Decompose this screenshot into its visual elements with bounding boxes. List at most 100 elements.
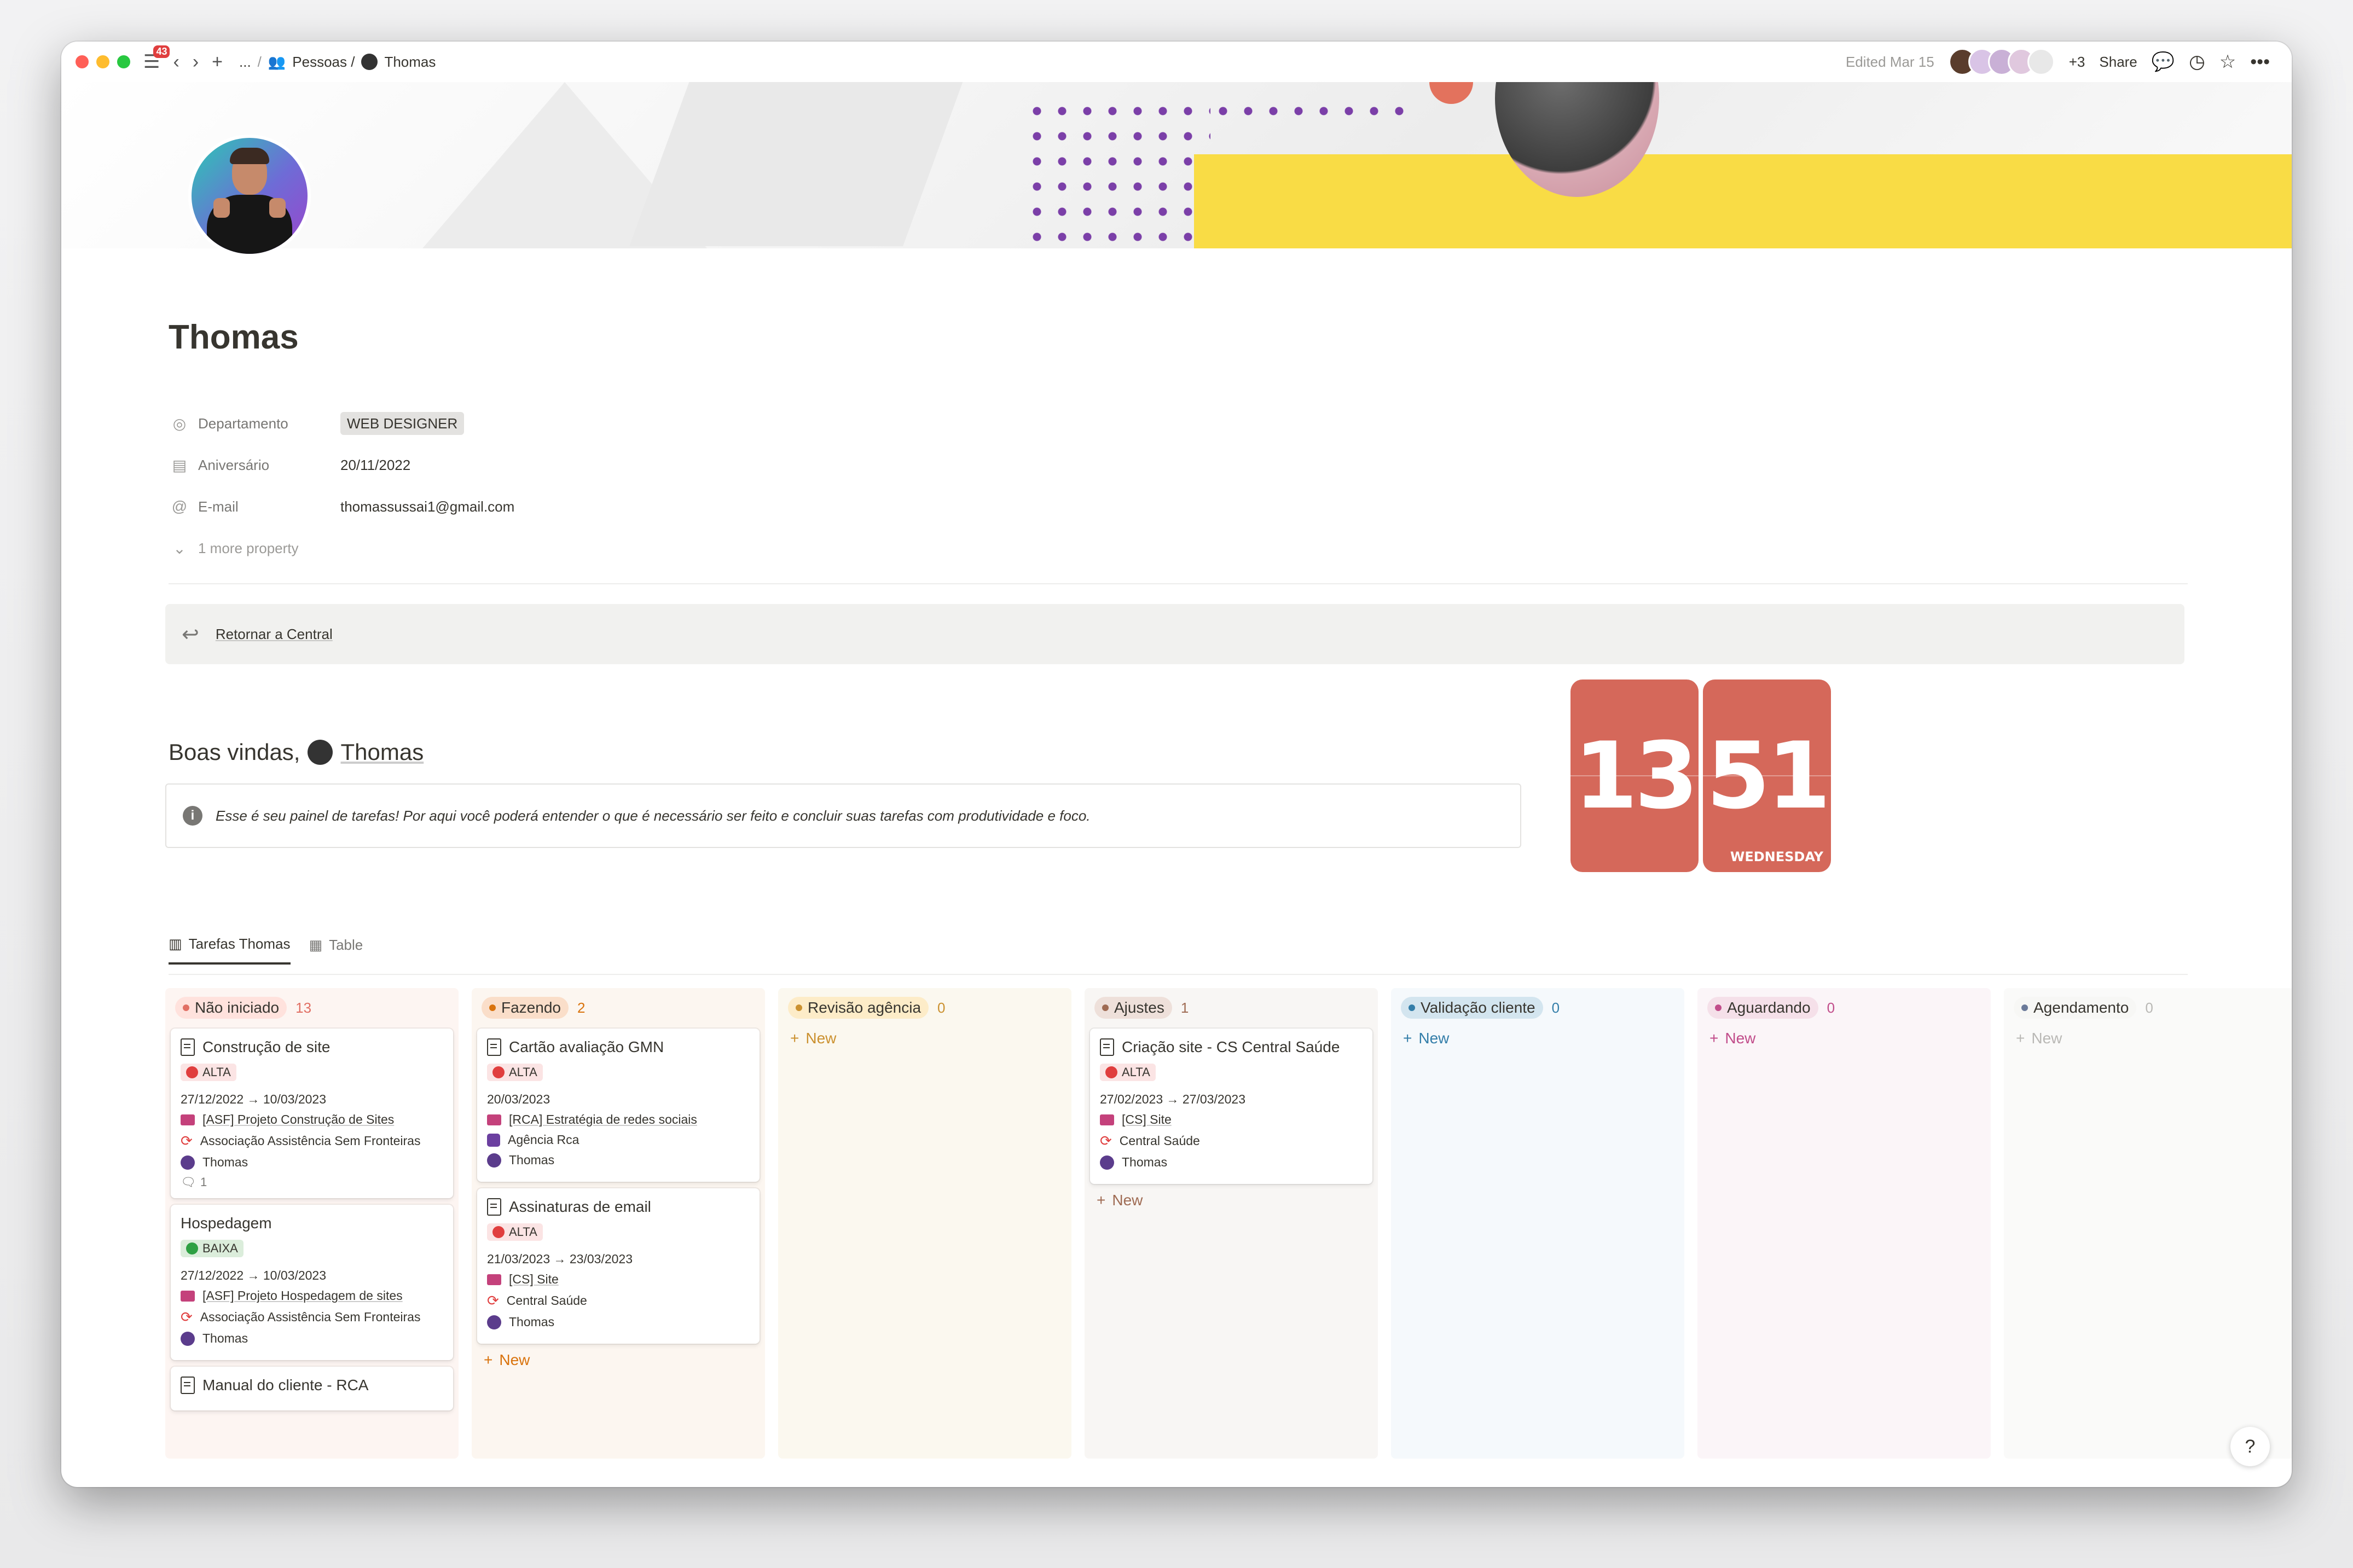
property-aniversario[interactable]: ▤ Aniversário 20/11/2022 bbox=[171, 444, 2195, 486]
more-options-icon[interactable]: ••• bbox=[2250, 51, 2270, 73]
tab-table[interactable]: ▦ Table bbox=[309, 936, 363, 965]
column-header[interactable]: Revisão agência 0 bbox=[784, 994, 1066, 1022]
chevron-down-icon: ⌄ bbox=[173, 539, 186, 557]
card-client[interactable]: ⟳ Central Saúde bbox=[487, 1292, 750, 1309]
card-project[interactable]: [ASF] Projeto Construção de Sites bbox=[181, 1112, 443, 1127]
card-project[interactable]: [CS] Site bbox=[487, 1272, 750, 1287]
sync-icon: ⟳ bbox=[181, 1133, 193, 1149]
card-client[interactable]: Agência Rca bbox=[487, 1133, 750, 1147]
forward-arrow-icon[interactable]: › bbox=[193, 51, 199, 73]
property-email[interactable]: @ E-mail thomassussai1@gmail.com bbox=[171, 486, 2195, 527]
task-card[interactable]: Construção de site ALTA 27/12/2022 → 10/03… bbox=[171, 1029, 453, 1198]
column-count: 2 bbox=[577, 999, 586, 1016]
at-sign-icon: @ bbox=[171, 498, 188, 515]
minimize-window-button[interactable] bbox=[96, 55, 109, 68]
welcome-name[interactable]: Thomas bbox=[340, 739, 424, 765]
comment-icon[interactable]: 💬 bbox=[2152, 51, 2175, 73]
board-column: Fazendo 2 Cartão avaliação GMN ALTA 20/03/… bbox=[472, 988, 765, 1459]
new-card-button[interactable]: + New bbox=[1396, 1030, 1679, 1047]
card-client[interactable]: ⟳ Associação Assistência Sem Fronteiras bbox=[181, 1309, 443, 1326]
board-column: Agendamento 0 + New bbox=[2004, 988, 2292, 1459]
status-pill[interactable]: Aguardando bbox=[1707, 997, 1818, 1019]
client-name: Agência Rca bbox=[508, 1133, 579, 1147]
card-comments[interactable]: 🗨 1 bbox=[181, 1175, 443, 1189]
star-icon[interactable]: ☆ bbox=[2219, 51, 2236, 73]
avatar-thumb-shape bbox=[269, 198, 286, 218]
more-collaborators-count[interactable]: +3 bbox=[2069, 54, 2085, 71]
card-title: Criação site - CS Central Saúde bbox=[1122, 1038, 1340, 1055]
new-card-button[interactable]: + New bbox=[2009, 1030, 2292, 1047]
help-button[interactable]: ? bbox=[2230, 1427, 2270, 1466]
card-project[interactable]: [RCA] Estratégia de redes sociais bbox=[487, 1112, 750, 1127]
task-card[interactable]: Cartão avaliação GMN ALTA 20/03/2023 [RCA] … bbox=[477, 1029, 760, 1182]
task-card[interactable]: Manual do cliente - RCA bbox=[171, 1367, 453, 1410]
column-count: 0 bbox=[1551, 999, 1560, 1016]
card-owner[interactable]: Thomas bbox=[181, 1331, 443, 1346]
card-client[interactable]: ⟳ Associação Assistência Sem Fronteiras bbox=[181, 1133, 443, 1149]
sidebar-toggle-icon[interactable]: ☰ 43 bbox=[143, 45, 170, 73]
new-card-button[interactable]: + New bbox=[1090, 1192, 1372, 1209]
new-page-plus-icon[interactable]: + bbox=[212, 51, 223, 73]
share-button[interactable]: Share bbox=[2099, 54, 2137, 71]
card-client[interactable]: ⟳ Central Saúde bbox=[1100, 1133, 1363, 1149]
status-pill[interactable]: Revisão agência bbox=[788, 997, 929, 1019]
return-callout[interactable]: ↩ Retornar a Central bbox=[165, 604, 2184, 664]
user-avatar-icon bbox=[1100, 1155, 1114, 1170]
status-pill[interactable]: Validação cliente bbox=[1401, 997, 1543, 1019]
property-departamento[interactable]: ◎ Departamento WEB DESIGNER bbox=[171, 403, 2195, 444]
card-owner[interactable]: Thomas bbox=[487, 1153, 750, 1168]
column-header[interactable]: Aguardando 0 bbox=[1703, 994, 1985, 1022]
new-label: New bbox=[499, 1351, 530, 1368]
folder-icon bbox=[181, 1290, 195, 1302]
column-header[interactable]: Fazendo 2 bbox=[477, 994, 760, 1022]
new-card-button[interactable]: + New bbox=[1703, 1030, 1985, 1047]
new-card-button[interactable]: + New bbox=[784, 1030, 1066, 1047]
task-card[interactable]: Hospedagem BAIXA 27/12/2022 → 10/03/2023 [A… bbox=[171, 1205, 453, 1360]
breadcrumb-thomas[interactable]: Thomas bbox=[384, 54, 436, 71]
column-header[interactable]: Validação cliente 0 bbox=[1396, 994, 1679, 1022]
tab-label: Table bbox=[329, 937, 363, 953]
page-title[interactable]: Thomas bbox=[169, 318, 299, 357]
back-arrow-icon[interactable]: ‹ bbox=[173, 51, 179, 73]
clock-day: WEDNESDAY bbox=[1730, 849, 1823, 864]
card-project[interactable]: [CS] Site bbox=[1100, 1112, 1363, 1127]
column-header[interactable]: Ajustes 1 bbox=[1090, 994, 1372, 1022]
department-tag[interactable]: WEB DESIGNER bbox=[340, 411, 465, 435]
status-pill[interactable]: Agendamento bbox=[2014, 997, 2137, 1019]
agency-logo-icon bbox=[487, 1133, 500, 1147]
collaborator-avatars[interactable] bbox=[1948, 48, 2055, 76]
task-card[interactable]: Assinaturas de email ALTA 21/03/2023 → 23/… bbox=[477, 1188, 760, 1344]
welcome-heading: Boas vindas, Thomas bbox=[169, 739, 424, 765]
maximize-window-button[interactable] bbox=[117, 55, 130, 68]
page-icon-avatar[interactable] bbox=[188, 135, 311, 257]
card-owner[interactable]: Thomas bbox=[181, 1155, 443, 1170]
status-dot bbox=[183, 1004, 189, 1011]
card-owner[interactable]: Thomas bbox=[1100, 1155, 1363, 1170]
column-header[interactable]: Agendamento 0 bbox=[2009, 994, 2292, 1022]
close-window-button[interactable] bbox=[76, 55, 89, 68]
column-header[interactable]: Não iniciado 13 bbox=[171, 994, 453, 1022]
tab-tarefas-thomas[interactable]: ▥ Tarefas Thomas bbox=[169, 936, 291, 965]
card-title: Hospedagem bbox=[181, 1215, 272, 1232]
board-column: Validação cliente 0 + New bbox=[1391, 988, 1684, 1459]
divider bbox=[169, 583, 2188, 584]
more-properties-toggle[interactable]: ⌄ 1 more property bbox=[171, 527, 2195, 569]
new-card-button[interactable]: + New bbox=[477, 1351, 760, 1369]
breadcrumb-pessoas[interactable]: Pessoas / bbox=[292, 54, 355, 71]
card-project[interactable]: [ASF] Projeto Hospedagem de sites bbox=[181, 1288, 443, 1303]
task-card[interactable]: Criação site - CS Central Saúde ALTA 27/02… bbox=[1090, 1029, 1372, 1184]
return-link[interactable]: Retornar a Central bbox=[216, 626, 333, 643]
status-pill[interactable]: Fazendo bbox=[482, 997, 569, 1019]
history-clock-icon[interactable]: ◷ bbox=[2189, 51, 2205, 73]
breadcrumb-ellipsis[interactable]: ... bbox=[239, 54, 251, 71]
plus-icon: + bbox=[2016, 1030, 2025, 1047]
property-value[interactable]: 20/11/2022 bbox=[340, 457, 410, 474]
document-icon bbox=[1100, 1038, 1114, 1056]
project-name: [ASF] Projeto Hospedagem de sites bbox=[202, 1288, 403, 1303]
cover-shape bbox=[629, 82, 971, 246]
status-pill[interactable]: Não iniciado bbox=[175, 997, 287, 1019]
status-pill[interactable]: Ajustes bbox=[1094, 997, 1172, 1019]
card-owner[interactable]: Thomas bbox=[487, 1315, 750, 1329]
tab-label: Tarefas Thomas bbox=[188, 936, 291, 952]
property-value[interactable]: thomassussai1@gmail.com bbox=[340, 498, 514, 515]
